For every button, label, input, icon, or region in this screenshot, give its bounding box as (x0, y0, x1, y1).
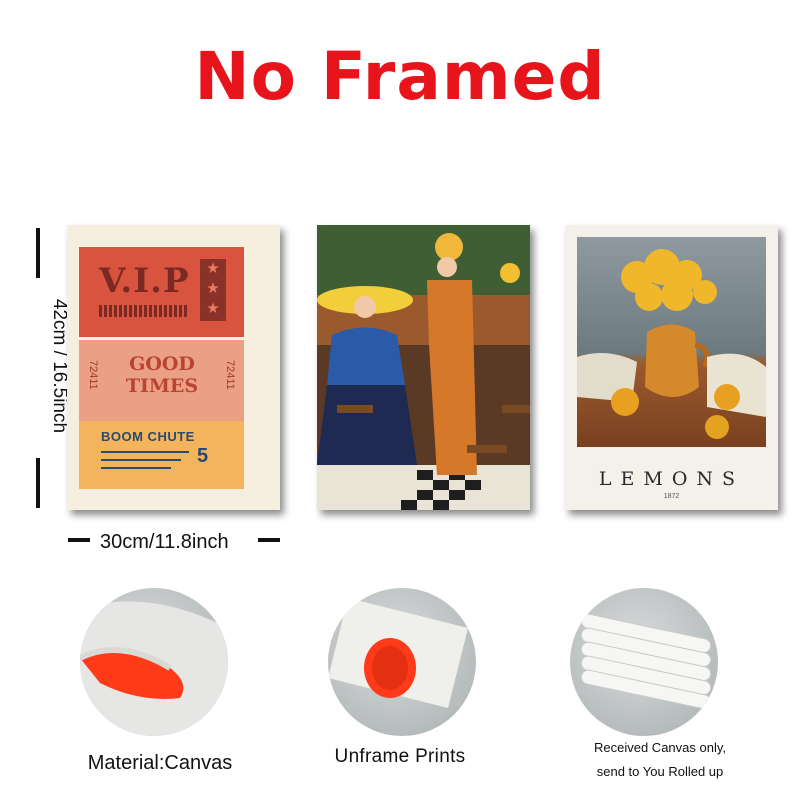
day-number: 5 (197, 445, 209, 467)
canvas-material-photo (80, 588, 228, 736)
fine-print-line (101, 451, 189, 453)
fine-print-line (101, 467, 171, 469)
caption-material: Material:Canvas (87, 752, 233, 774)
good-times-text: GOOD TIMES (117, 353, 207, 397)
poster-bar-scene (317, 225, 530, 510)
unframed-roll-photo (328, 588, 476, 736)
bar-scene-illustration (317, 225, 530, 510)
height-marker-bottom (36, 458, 40, 508)
good-times-line1: GOOD (129, 353, 195, 375)
lemons-painting (577, 237, 766, 447)
rolled-tubes-image (580, 613, 712, 710)
boom-chute-text: BOOM CHUTE (101, 429, 195, 444)
good-times-line2: TIMES (125, 375, 199, 397)
rolled-canvas-photo (570, 588, 718, 736)
poster-tickets: V.I.P ★ ★ ★ 72411 GOOD TIMES 72411 BOOM CH… (67, 225, 280, 510)
good-times-ticket: 72411 GOOD TIMES 72411 (79, 340, 244, 422)
vip-ticket: V.I.P ★ ★ ★ (79, 247, 244, 337)
height-marker-top (36, 228, 40, 278)
lemons-still-life (577, 249, 766, 439)
lemons-title: LEMONS (598, 468, 745, 490)
caption-received-line1: Received Canvas only, (594, 740, 726, 755)
fine-print-line (101, 459, 181, 461)
boom-chute-ticket: BOOM CHUTE 5 (79, 421, 244, 489)
caption-received-line2: send to You Rolled up (596, 764, 724, 779)
canvas-roll-image (80, 601, 228, 736)
unframed-roll-image (328, 598, 468, 708)
poster-lemons: LEMONS 1872 (565, 225, 778, 510)
headline: No Framed (194, 38, 606, 115)
caption-unframe: Unframe Prints (334, 746, 466, 767)
barcode-graphic (99, 305, 189, 317)
width-dimension: 30cm/11.8inch (70, 528, 280, 554)
ticket-number-left: 72411 (87, 360, 99, 390)
stars-icon: ★ ★ ★ (200, 259, 226, 321)
height-dimension: 42cm / 16.5inch (14, 299, 74, 433)
ticket-number-right: 72411 (224, 360, 236, 390)
width-label: 30cm/11.8inch (100, 531, 229, 553)
lemons-year: 1872 (663, 493, 680, 500)
vip-text: V.I.P (99, 261, 190, 301)
